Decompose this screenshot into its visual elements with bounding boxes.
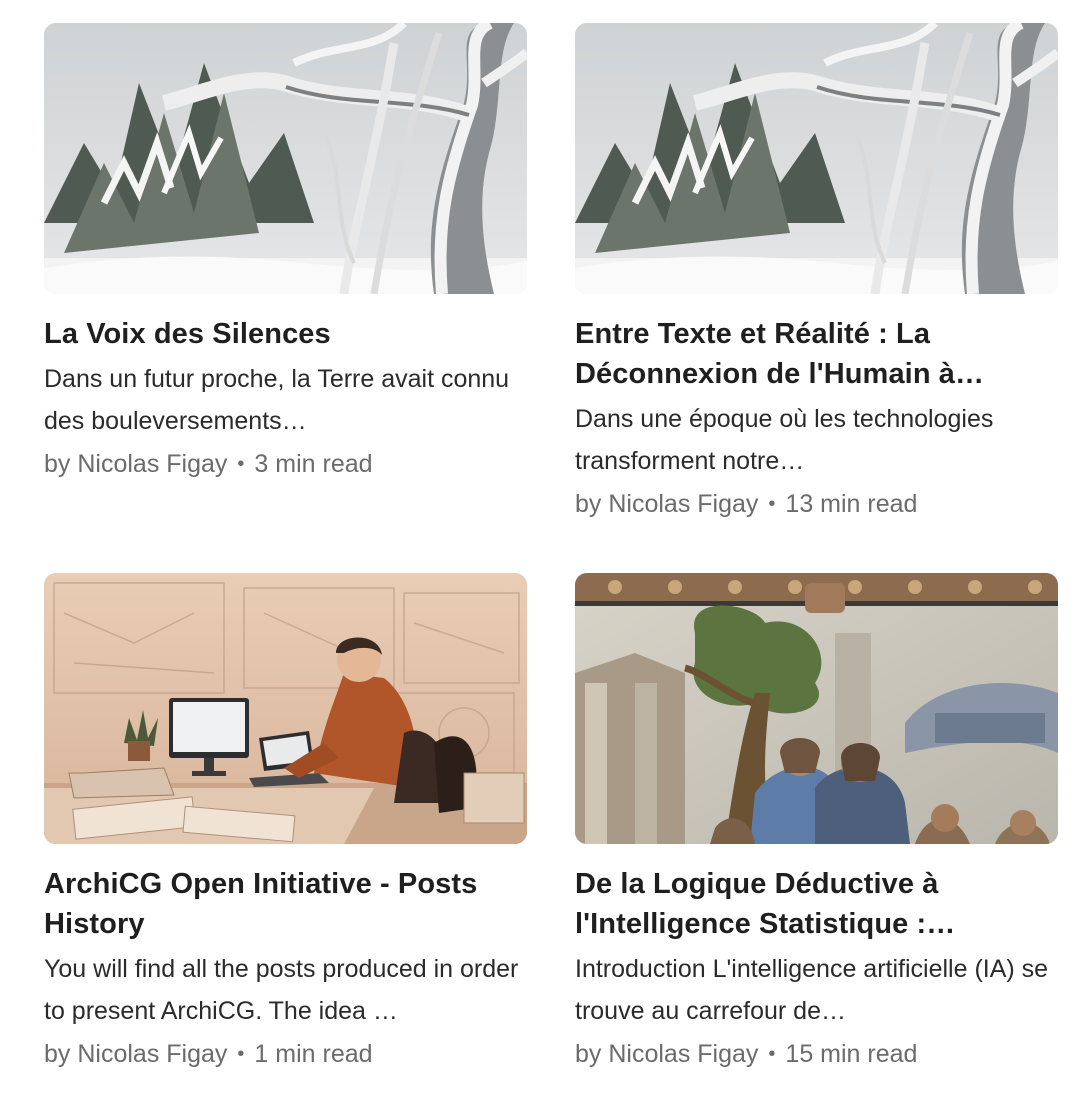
article-card[interactable]: ArchiCG Open Initiative - Posts History … — [44, 573, 527, 1072]
article-meta: by Nicolas Figay • 1 min read — [44, 1036, 527, 1072]
article-read-time: 3 min read — [254, 450, 373, 478]
articles-grid: La Voix des Silences Dans un futur proch… — [0, 0, 1092, 1094]
article-card[interactable]: Entre Texte et Réalité : La Déconnexion … — [575, 23, 1058, 522]
article-author[interactable]: by Nicolas Figay — [575, 490, 758, 518]
article-read-time: 15 min read — [785, 1040, 918, 1068]
article-description: Dans un futur proche, la Terre avait con… — [44, 365, 510, 435]
snowy-trees-image — [575, 23, 1058, 294]
article-meta: by Nicolas Figay • 3 min read — [44, 446, 527, 482]
article-thumbnail[interactable] — [44, 23, 527, 294]
article-thumbnail[interactable] — [44, 573, 527, 844]
article-title[interactable]: Entre Texte et Réalité : La Déconnexion … — [575, 314, 1058, 394]
article-description: Dans une époque où les technologies tran… — [575, 405, 994, 475]
article-card[interactable]: De la Logique Déductive à l'Intelligence… — [575, 573, 1058, 1072]
article-read-time: 13 min read — [785, 490, 918, 518]
article-thumbnail[interactable] — [575, 573, 1058, 844]
article-thumbnail[interactable] — [575, 23, 1058, 294]
article-meta: by Nicolas Figay • 15 min read — [575, 1036, 1058, 1072]
article-author[interactable]: by Nicolas Figay — [44, 450, 227, 478]
article-author[interactable]: by Nicolas Figay — [575, 1040, 758, 1068]
article-title[interactable]: De la Logique Déductive à l'Intelligence… — [575, 864, 1058, 944]
article-author[interactable]: by Nicolas Figay — [44, 1040, 227, 1068]
article-read-time: 1 min read — [254, 1040, 373, 1068]
article-description: You will find all the posts produced in … — [44, 955, 519, 1025]
meta-separator: • — [768, 493, 776, 515]
snowy-trees-image — [44, 23, 527, 294]
architect-at-desk-image — [44, 573, 527, 844]
roman-mosaic-image — [575, 573, 1058, 844]
article-title[interactable]: La Voix des Silences — [44, 314, 527, 354]
meta-separator: • — [237, 1043, 245, 1065]
meta-separator: • — [768, 1043, 776, 1065]
article-card[interactable]: La Voix des Silences Dans un futur proch… — [44, 23, 527, 482]
article-meta: by Nicolas Figay • 13 min read — [575, 486, 1058, 522]
article-title[interactable]: ArchiCG Open Initiative - Posts History — [44, 864, 527, 944]
article-description: Introduction L'intelligence artificielle… — [575, 955, 1049, 1025]
meta-separator: • — [237, 453, 245, 475]
